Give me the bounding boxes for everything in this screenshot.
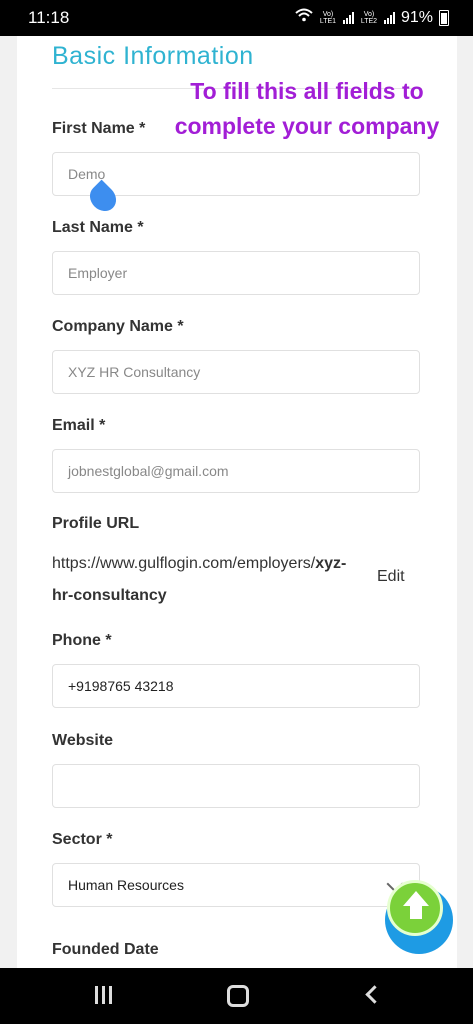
email-input[interactable]: jobnestglobal@gmail.com — [52, 449, 420, 493]
phone-value: +9198765 43218 — [68, 678, 174, 694]
basic-info-form: Basic Information To fill this all field… — [17, 36, 457, 968]
sim1-label: Vo) LTE1 — [319, 10, 337, 25]
section-heading: Basic Information — [52, 42, 254, 70]
battery-icon — [439, 9, 449, 26]
profile-url: https://www.gulflogin.com/employers/xyz-… — [52, 548, 362, 612]
first-name-label: First Name * — [52, 120, 146, 137]
email-value: jobnestglobal@gmail.com — [68, 463, 229, 479]
profile-url-label: Profile URL — [52, 515, 140, 532]
system-nav-bar — [0, 968, 473, 1024]
company-name-input[interactable]: XYZ HR Consultancy — [52, 350, 420, 394]
email-label: Email * — [52, 417, 106, 434]
website-input[interactable] — [52, 764, 420, 808]
phone-input[interactable]: +9198765 43218 — [52, 664, 420, 708]
status-icons: Vo) LTE1 Vo) LTE2 91% — [295, 8, 449, 27]
edit-url-link[interactable]: Edit — [377, 568, 405, 586]
status-bar: 11:18 Vo) LTE1 Vo) LTE2 91% — [0, 0, 473, 36]
signal-icon — [342, 11, 354, 24]
company-name-label: Company Name * — [52, 318, 184, 335]
last-name-value: Employer — [68, 265, 128, 281]
website-label: Website — [52, 732, 114, 749]
home-icon[interactable] — [227, 985, 249, 1007]
phone-label: Phone * — [52, 632, 112, 649]
sim2-label: Vo) LTE2 — [360, 10, 378, 25]
sector-value: Human Resources — [68, 877, 184, 893]
last-name-input[interactable]: Employer — [52, 251, 420, 295]
sector-select[interactable]: Human Resources — [52, 863, 420, 907]
sector-label: Sector * — [52, 831, 113, 848]
founded-date-label: Founded Date — [52, 941, 159, 958]
last-name-label: Last Name * — [52, 219, 144, 236]
back-icon[interactable] — [365, 985, 384, 1004]
scroll-top-button[interactable] — [385, 878, 457, 954]
battery-percent: 91% — [400, 8, 433, 26]
signal-icon — [383, 11, 395, 24]
clock: 11:18 — [28, 8, 70, 27]
recent-apps-icon[interactable] — [95, 986, 112, 1004]
company-name-value: XYZ HR Consultancy — [68, 364, 201, 380]
wifi-icon — [295, 8, 313, 27]
arrow-up-icon — [387, 880, 443, 936]
profile-url-prefix: https://www.gulflogin.com/employers/ — [52, 555, 316, 572]
